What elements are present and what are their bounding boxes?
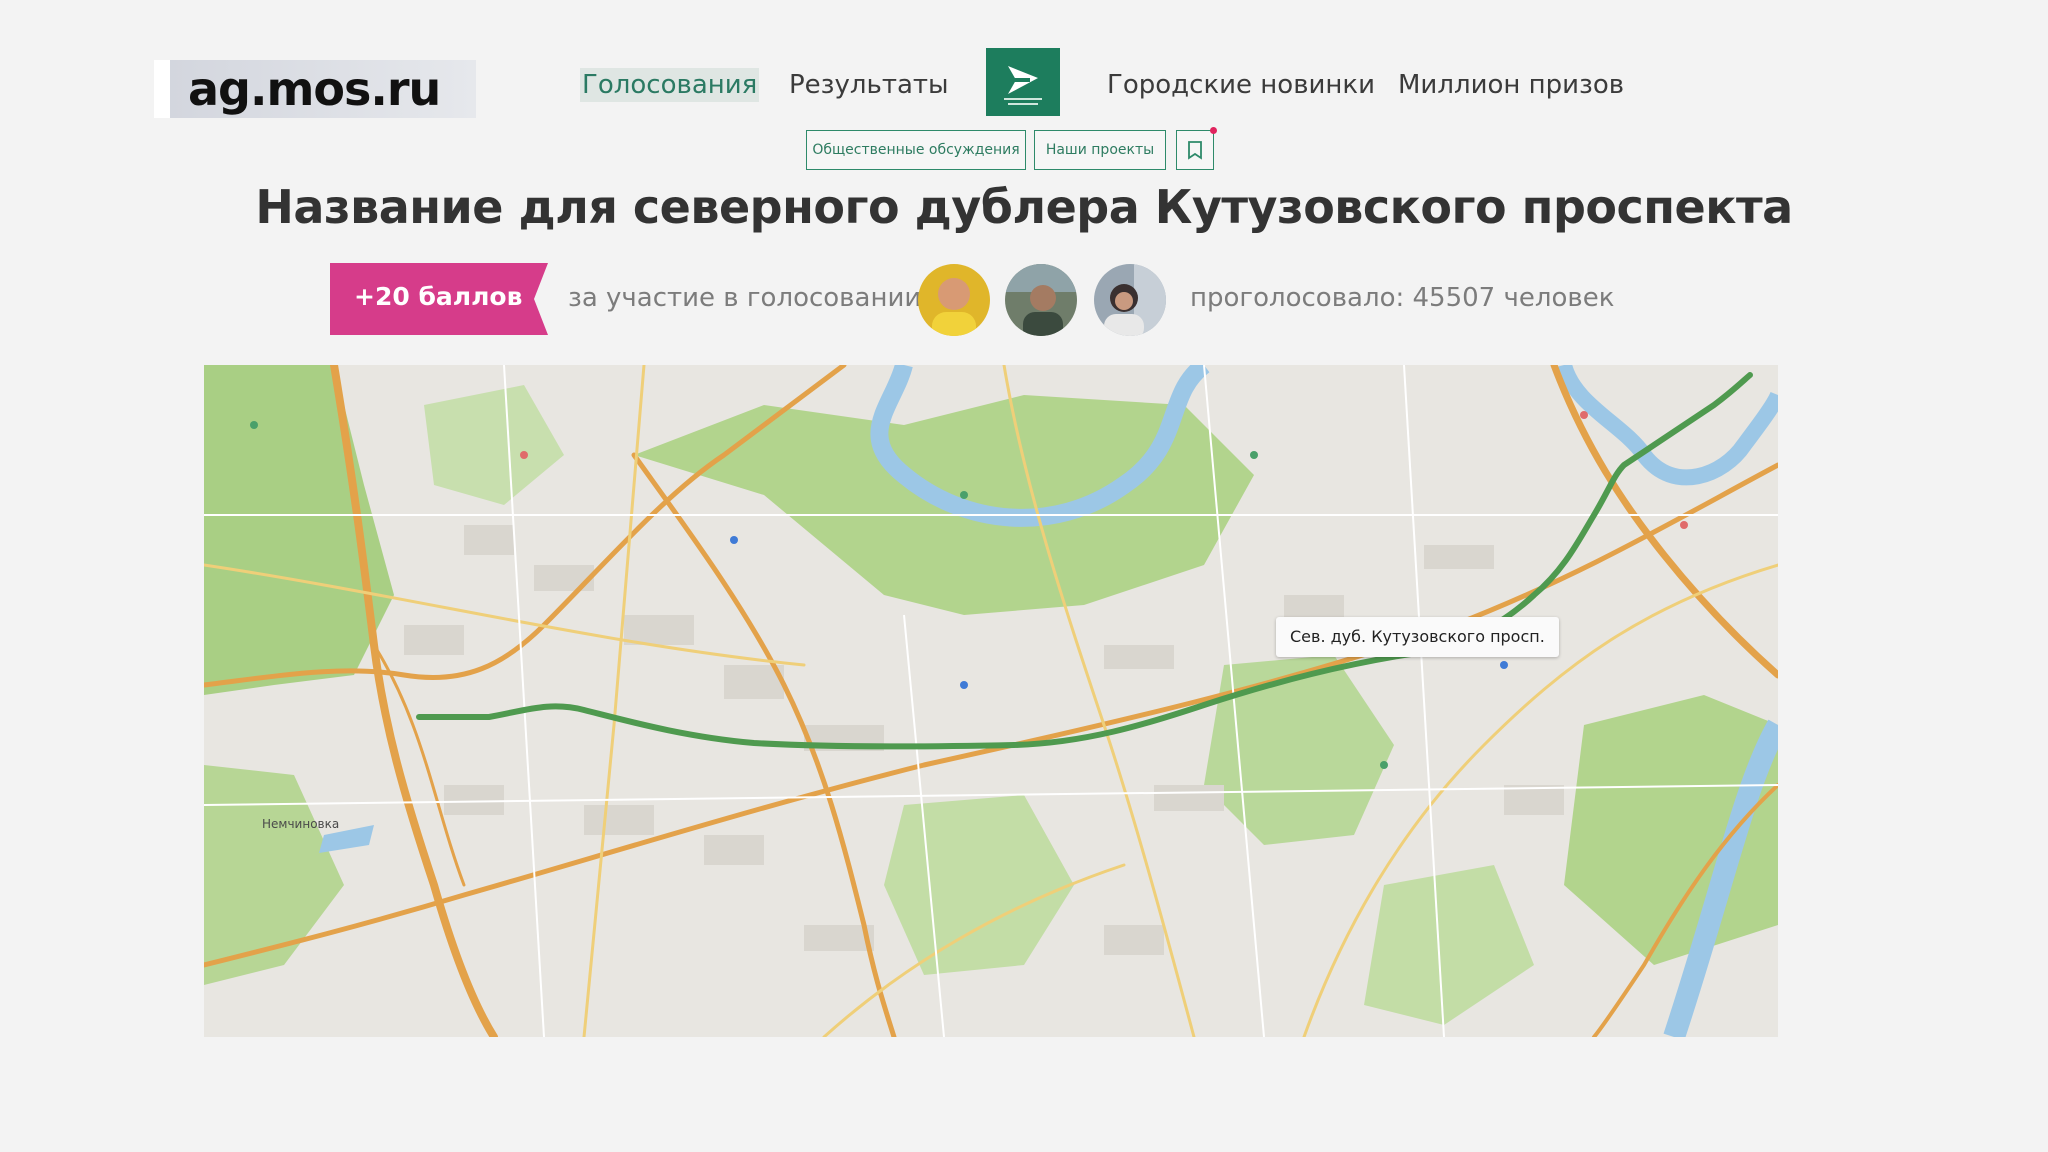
map-place-label: Немчиновка xyxy=(262,817,340,831)
nav-city-news[interactable]: Городские новинки xyxy=(1107,70,1375,100)
bookmark-button[interactable] xyxy=(1176,127,1217,170)
nav-million-prizes[interactable]: Миллион призов xyxy=(1398,70,1624,100)
our-projects-button[interactable]: Наши проекты xyxy=(1034,130,1166,170)
voted-count: проголосовало: 45507 человек xyxy=(1190,283,1615,313)
map[interactable]: Немчиновка Сев. дуб. Кутузовского просп. xyxy=(204,365,1778,1037)
nav-results[interactable]: Результаты xyxy=(789,70,949,100)
bookmark-icon xyxy=(1188,141,1202,160)
avatar xyxy=(1005,264,1077,336)
nav-votes[interactable]: Голосования xyxy=(580,68,760,102)
points-note: за участие в голосовании xyxy=(568,283,922,313)
avatar xyxy=(1094,264,1166,336)
site-url-badge: ag.mos.ru xyxy=(154,60,476,118)
avatar xyxy=(918,264,990,336)
points-label: +20 баллов xyxy=(354,282,523,311)
map-canvas xyxy=(204,365,1778,1037)
site-url: ag.mos.ru xyxy=(188,62,441,116)
route-label[interactable]: Сев. дуб. Кутузовского просп. xyxy=(1276,617,1559,657)
page-title: Название для северного дублера Кутузовск… xyxy=(255,180,1793,234)
notification-dot xyxy=(1210,127,1217,134)
active-citizen-logo-icon[interactable] xyxy=(986,48,1060,116)
public-discussions-button[interactable]: Общественные обсуждения xyxy=(806,130,1026,170)
